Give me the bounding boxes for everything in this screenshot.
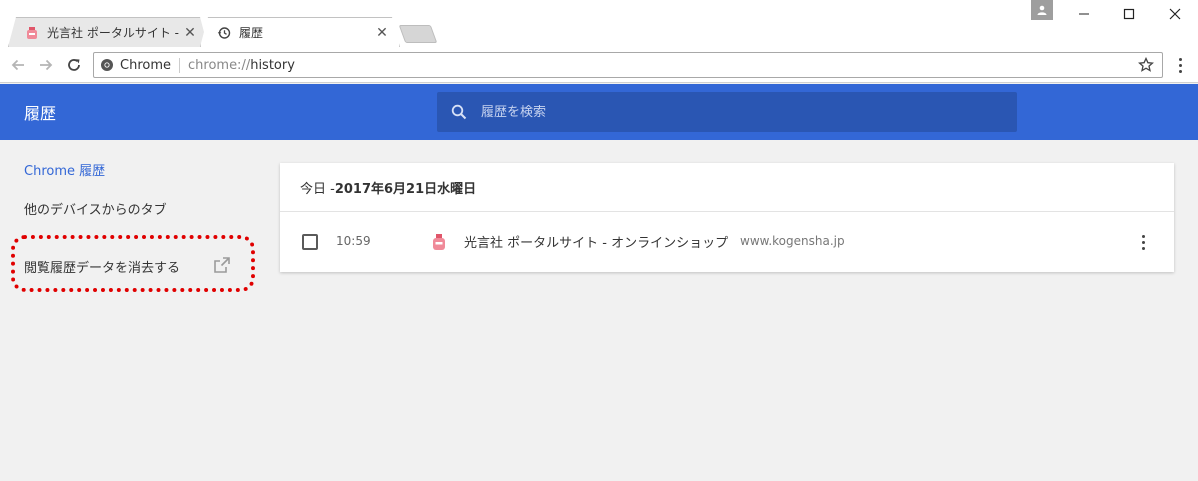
page-title: 履歴 xyxy=(24,104,57,123)
url-text: chrome://history xyxy=(188,57,295,73)
minimize-icon xyxy=(1079,13,1089,15)
new-tab-button[interactable] xyxy=(398,25,438,43)
reload-icon xyxy=(68,59,80,71)
entry-title[interactable]: 光言社 ポータルサイト - オンラインショップ xyxy=(464,232,728,251)
forward-button[interactable] xyxy=(34,53,58,77)
close-window-button[interactable] xyxy=(1157,0,1193,28)
entry-domain: www.kogensha.jp xyxy=(740,234,845,248)
arrow-left-icon xyxy=(11,59,24,71)
chrome-menu-button[interactable] xyxy=(1172,54,1188,76)
tab-kogensha[interactable]: 光言社 ポータルサイト - オンラインショップ ✕ xyxy=(8,17,208,47)
maximize-button[interactable] xyxy=(1111,0,1147,28)
entry-time: 10:59 xyxy=(336,234,371,248)
star-icon xyxy=(1138,57,1154,72)
entry-more-actions-button[interactable] xyxy=(1138,232,1148,252)
profile-button[interactable] xyxy=(1031,0,1053,20)
history-icon xyxy=(217,26,231,40)
search-input[interactable] xyxy=(481,104,1017,120)
tab-strip: 光言社 ポータルサイト - オンラインショップ ✕ 履歴 ✕ xyxy=(0,0,1198,47)
history-header: 履歴 xyxy=(0,84,1198,140)
address-bar[interactable]: Chrome chrome://history xyxy=(93,52,1163,78)
chrome-icon xyxy=(101,59,113,71)
arrow-right-icon xyxy=(40,59,53,71)
person-icon xyxy=(1037,5,1047,15)
tab-history[interactable]: 履歴 ✕ xyxy=(200,17,400,47)
kogensha-favicon-icon xyxy=(25,26,39,40)
sidebar-item-other-devices[interactable]: 他のデバイスからのタブ xyxy=(24,199,167,218)
close-icon xyxy=(1169,8,1181,20)
minimize-button[interactable] xyxy=(1066,0,1102,28)
search-box[interactable] xyxy=(437,92,1017,132)
history-date-header: 今日 - 2017年6月21日水曜日 xyxy=(280,163,1174,212)
highlight-annotation xyxy=(11,235,255,292)
history-card: 今日 - 2017年6月21日水曜日 10:59 光言社 ポータルサイト - オ… xyxy=(280,163,1174,272)
tab-title: 履歴 xyxy=(239,26,264,40)
bookmark-star-button[interactable] xyxy=(1136,55,1156,75)
tab-title: 光言社 ポータルサイト - オンラインショップ xyxy=(47,26,183,40)
reload-button[interactable] xyxy=(62,53,86,77)
site-chip: Chrome xyxy=(120,57,180,73)
maximize-icon xyxy=(1123,8,1135,20)
kogensha-favicon-icon xyxy=(433,234,445,250)
search-icon xyxy=(451,104,467,120)
toolbar: Chrome chrome://history xyxy=(0,47,1198,83)
back-button[interactable] xyxy=(6,53,30,77)
tab-close-icon[interactable]: ✕ xyxy=(375,25,389,41)
sidebar-item-chrome-history[interactable]: Chrome 履歴 xyxy=(24,160,105,179)
tab-close-icon[interactable]: ✕ xyxy=(183,25,197,41)
entry-checkbox[interactable] xyxy=(302,234,318,250)
history-entry[interactable]: 10:59 光言社 ポータルサイト - オンラインショップ www.kogens… xyxy=(280,212,1174,272)
